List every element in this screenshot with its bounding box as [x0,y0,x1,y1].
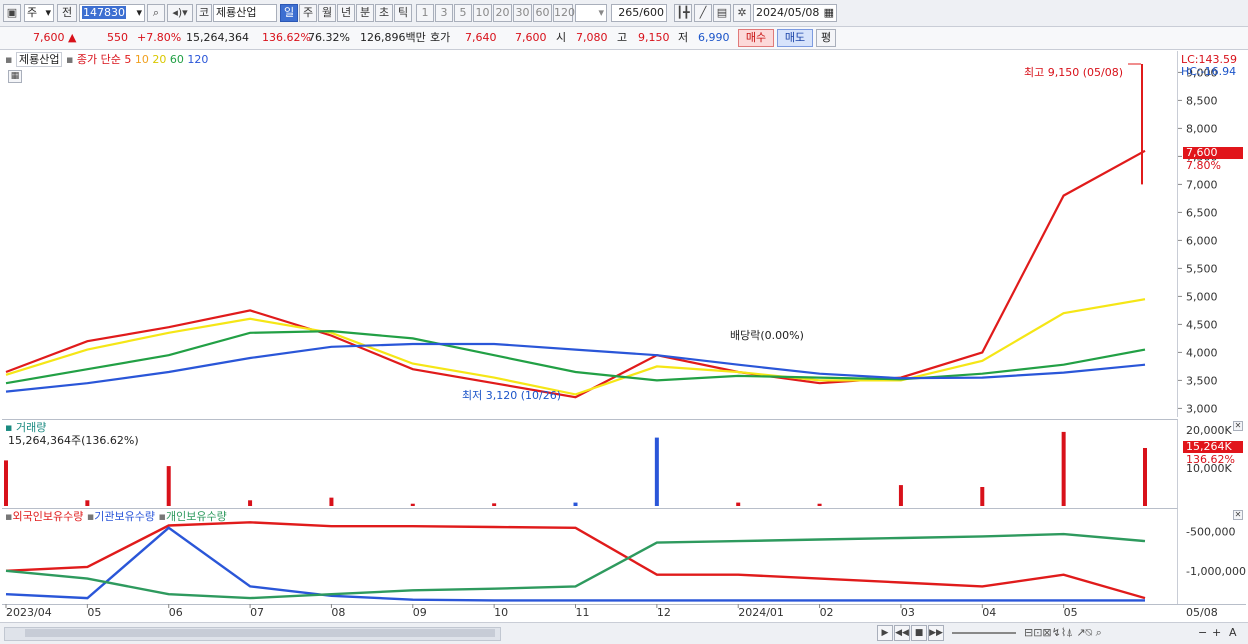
play-icon[interactable]: ▶ [877,625,893,641]
legend-ma-10: 10 [134,53,149,66]
ma-line-20 [5,298,1146,396]
x-axis-label: 06 [169,606,183,619]
volume-y-tick: 20,000K [1186,424,1232,437]
zoom-out-icon[interactable]: − [1198,626,1207,640]
stop-icon[interactable]: ■ [911,625,927,641]
current-price-tag: 7,600 [1183,147,1243,159]
volume-bar [898,485,903,506]
zoom-slider[interactable] [952,632,1016,634]
volume-bar [248,500,253,506]
x-axis-label: 11 [576,606,590,619]
holdings-close-icon[interactable]: ✕ [1233,510,1243,520]
dividend-annotation: 배당락(0.00%) [730,329,804,342]
volume-bar [410,503,415,506]
x-axis-label: 07 [250,606,264,619]
drawing-tools-icon[interactable]: ⊟⊡⊠↯⌇⍋ ↗⍉ ⌕ [1024,626,1102,640]
volume-bar [817,503,822,506]
legend-ma-20: 20 [152,53,167,66]
legend-institution: 기관보유수량 [94,510,156,523]
volume-bar [1143,447,1147,506]
low-annotation: 최저 3,120 (10/26) [462,389,562,402]
price-y-tick: 5,000 [1186,290,1218,303]
volume-bar [166,466,171,506]
volume-pct-label: 136.62% [1186,453,1235,466]
volume-bar [329,497,334,506]
x-axis-label: 12 [657,606,671,619]
volume-title: 거래량 [15,421,47,434]
x-axis-label: 05/08 [1186,606,1218,619]
volume-bar [85,500,90,506]
x-axis-label: 05 [87,606,101,619]
holdings-line-2 [5,532,1146,600]
volume-close-icon[interactable]: ✕ [1233,421,1243,431]
ma-line-120 [5,342,1146,393]
holdings-y-tick: -1,000,000 [1186,565,1246,578]
x-axis-label: 02 [820,606,834,619]
scroll-track[interactable] [4,627,501,641]
legend-ma-120: 120 [187,53,209,66]
x-axis-label: 04 [982,606,996,619]
volume-legend: ▪ 거래량 [5,421,47,434]
volume-bar [573,502,578,506]
high-annotation: 최고 9,150 (05/08) [1024,66,1124,79]
ma-line-5 [5,149,1146,399]
legend-individual: 개인보유수량 [165,510,227,523]
legend-foreign: 외국인보유수량 [12,510,84,523]
price-y-tick: 3,500 [1186,374,1218,387]
rewind-icon[interactable]: ◀◀ [894,625,910,641]
volume-bar [1061,431,1066,506]
price-y-tick: 7,000 [1186,178,1218,191]
volume-info: 15,264,364주(136.62%) [8,434,139,447]
auto-scale-icon[interactable]: A [1229,626,1237,640]
volume-bar [736,502,741,506]
chart-canvas: 9,0008,5008,0007,5007,0006,5006,0005,500… [4,63,1246,619]
x-axis-label: 2023/04 [6,606,52,619]
legend-ma-60: 60 [169,53,184,66]
volume-bar [492,503,497,506]
x-axis-label: 10 [494,606,508,619]
volume-bar [654,437,659,506]
x-axis-label: 09 [413,606,427,619]
price-y-tick: 4,000 [1186,346,1218,359]
price-y-tick: 4,500 [1186,318,1218,331]
hc-value: HC:-16.94 [1181,65,1237,78]
x-axis-label: 08 [331,606,345,619]
scroll-thumb[interactable] [25,629,495,637]
current-pct-label: 7.80% [1186,159,1221,172]
legend-stock-name: 제룡산업 [15,52,63,67]
volume-tag: 15,264K [1183,441,1243,453]
price-y-tick: 8,500 [1186,94,1218,107]
holdings-line-1 [5,526,1145,602]
price-y-tick: 5,500 [1186,262,1218,275]
legend-ma-prefix: 종가 단순 [76,53,121,66]
x-axis-label: 03 [901,606,915,619]
holdings-y-tick: -500,000 [1186,526,1235,539]
price-y-tick: 6,500 [1186,206,1218,219]
volume-bar [4,460,8,506]
table-view-icon[interactable]: ▦ [8,70,22,83]
volume-bar [980,487,985,506]
ma-line-60 [5,329,1146,385]
legend-ma-5: 5 [124,53,132,66]
zoom-in-icon[interactable]: + [1212,626,1221,640]
forward-icon[interactable]: ▶▶ [928,625,944,641]
x-axis-label: 05 [1064,606,1078,619]
holdings-legend: ▪외국인보유수량 ▪기관보유수량 ▪개인보유수량 [5,510,227,523]
x-axis-label: 2024/01 [738,606,784,619]
price-y-tick: 3,000 [1186,402,1218,415]
bottom-toolbar: ▶ ◀◀ ■ ▶▶ ⊟⊡⊠↯⌇⍋ ↗⍉ ⌕ − + A [0,622,1248,644]
price-y-tick: 8,000 [1186,122,1218,135]
price-y-tick: 6,000 [1186,234,1218,247]
price-legend: ▪ 제룡산업 ▪ 종가 단순 5 10 20 60 120 [5,52,209,67]
